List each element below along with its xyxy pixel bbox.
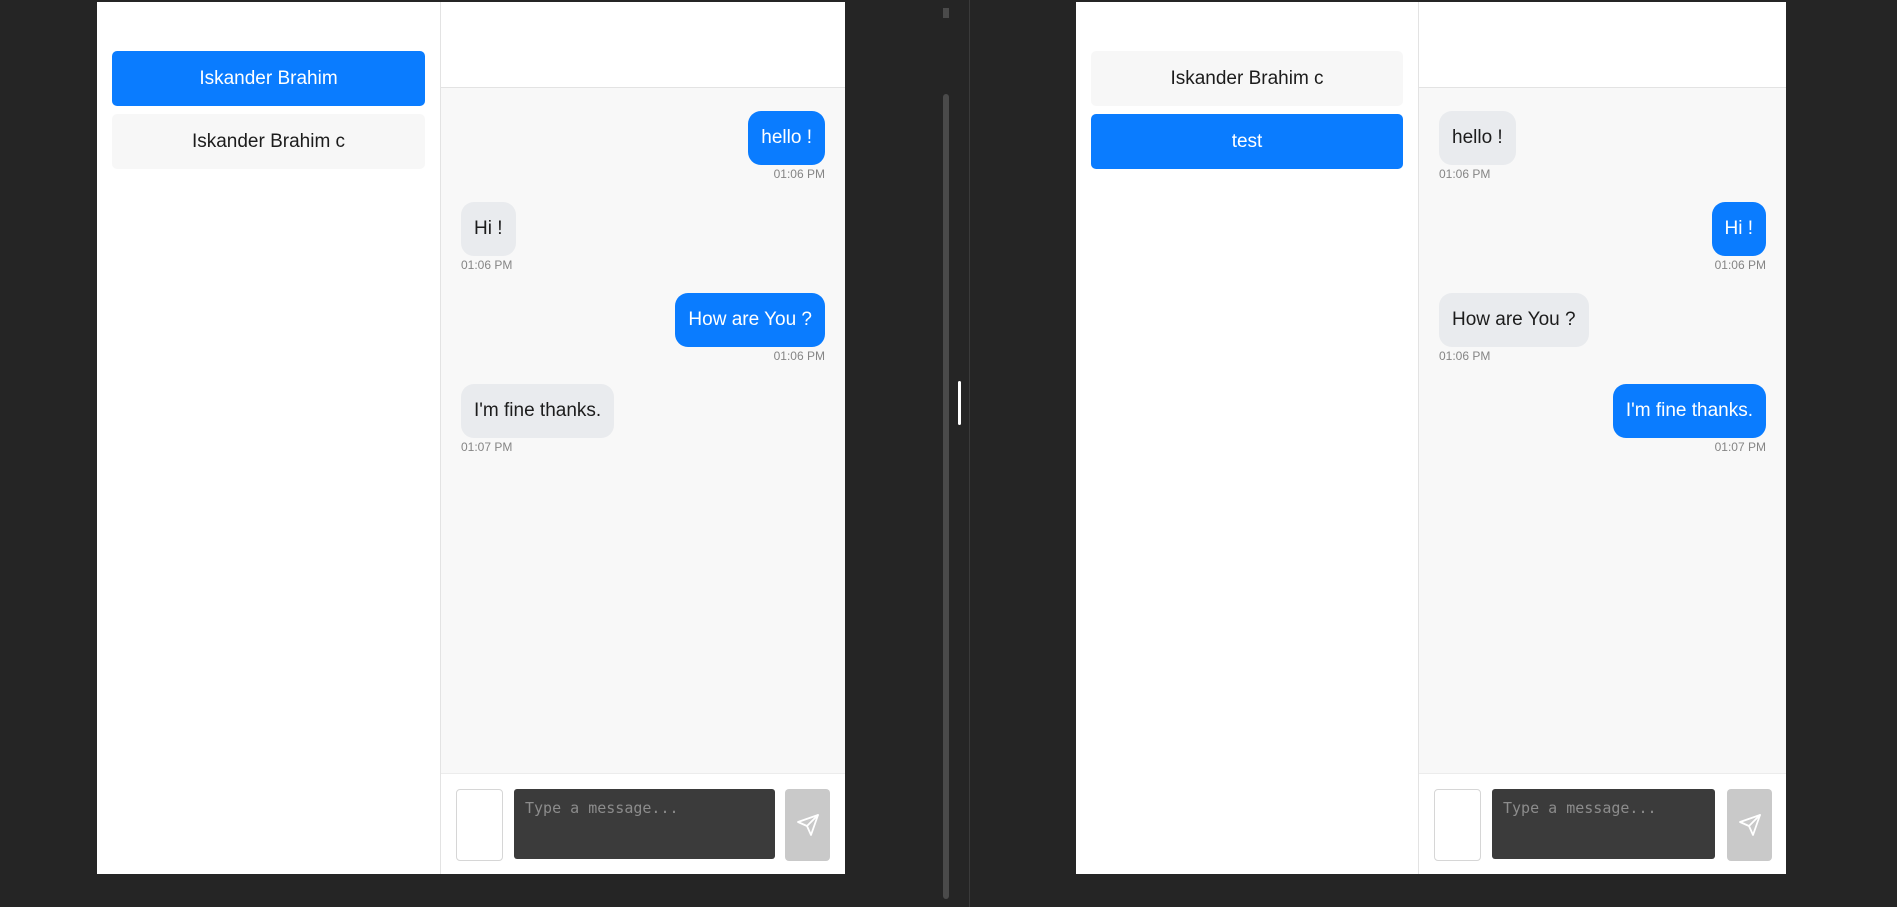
contact-sidebar: Iskander Brahim c test <box>1076 2 1419 874</box>
paper-plane-icon <box>796 814 819 836</box>
contact-item-test[interactable]: test <box>1091 114 1403 169</box>
contact-sidebar: Iskander Brahim Iskander Brahim c <box>97 2 441 874</box>
message-item: How are You ? 01:06 PM <box>461 293 825 363</box>
message-timestamp: 01:06 PM <box>773 349 825 363</box>
message-bubble: How are You ? <box>675 293 825 347</box>
message-list: hello ! 01:06 PM Hi ! 01:06 PM How are Y… <box>1419 88 1786 774</box>
message-bubble: hello ! <box>748 111 825 165</box>
chat-header <box>441 2 845 88</box>
splitter-handle[interactable] <box>958 381 961 425</box>
attachment-button[interactable] <box>456 789 503 861</box>
chat-header <box>1419 2 1786 88</box>
message-item: I'm fine thanks. 01:07 PM <box>461 384 825 454</box>
message-timestamp: 01:06 PM <box>461 258 513 272</box>
paper-plane-icon <box>1738 814 1761 836</box>
message-timestamp: 01:07 PM <box>1714 440 1766 454</box>
message-input[interactable] <box>514 789 775 859</box>
left-chat-window: Iskander Brahim Iskander Brahim c hello … <box>97 2 845 874</box>
message-item: hello ! 01:06 PM <box>1439 111 1766 181</box>
divider <box>969 0 970 907</box>
message-timestamp: 01:06 PM <box>1439 349 1491 363</box>
scrollbar-top <box>943 8 949 18</box>
message-timestamp: 01:07 PM <box>461 440 513 454</box>
message-composer <box>1419 773 1786 874</box>
message-input[interactable] <box>1492 789 1715 859</box>
right-chat-window: Iskander Brahim c test hello ! 01:06 PM … <box>1076 2 1786 874</box>
contact-item-iskander-brahim[interactable]: Iskander Brahim <box>112 51 425 106</box>
message-item: Hi ! 01:06 PM <box>1439 202 1766 272</box>
message-list: hello ! 01:06 PM Hi ! 01:06 PM How are Y… <box>441 88 845 774</box>
send-button[interactable] <box>1727 789 1772 861</box>
message-composer <box>441 773 845 874</box>
message-timestamp: 01:06 PM <box>1439 167 1491 181</box>
vertical-scrollbar[interactable] <box>943 94 949 899</box>
attachment-button[interactable] <box>1434 789 1481 861</box>
message-item: How are You ? 01:06 PM <box>1439 293 1766 363</box>
message-bubble: How are You ? <box>1439 293 1589 347</box>
contact-item-iskander-brahim-c[interactable]: Iskander Brahim c <box>1091 51 1403 106</box>
contact-item-iskander-brahim-c[interactable]: Iskander Brahim c <box>112 114 425 169</box>
message-bubble: hello ! <box>1439 111 1516 165</box>
message-bubble: Hi ! <box>1711 202 1766 256</box>
message-bubble: I'm fine thanks. <box>461 384 615 438</box>
message-timestamp: 01:06 PM <box>1714 258 1766 272</box>
message-item: hello ! 01:06 PM <box>461 111 825 181</box>
message-bubble: Hi ! <box>461 202 516 256</box>
chat-panel: hello ! 01:06 PM Hi ! 01:06 PM How are Y… <box>441 2 845 874</box>
message-item: I'm fine thanks. 01:07 PM <box>1439 384 1766 454</box>
message-timestamp: 01:06 PM <box>773 167 825 181</box>
chat-panel: hello ! 01:06 PM Hi ! 01:06 PM How are Y… <box>1419 2 1786 874</box>
message-item: Hi ! 01:06 PM <box>461 202 825 272</box>
send-button[interactable] <box>785 789 830 861</box>
message-bubble: I'm fine thanks. <box>1612 384 1766 438</box>
